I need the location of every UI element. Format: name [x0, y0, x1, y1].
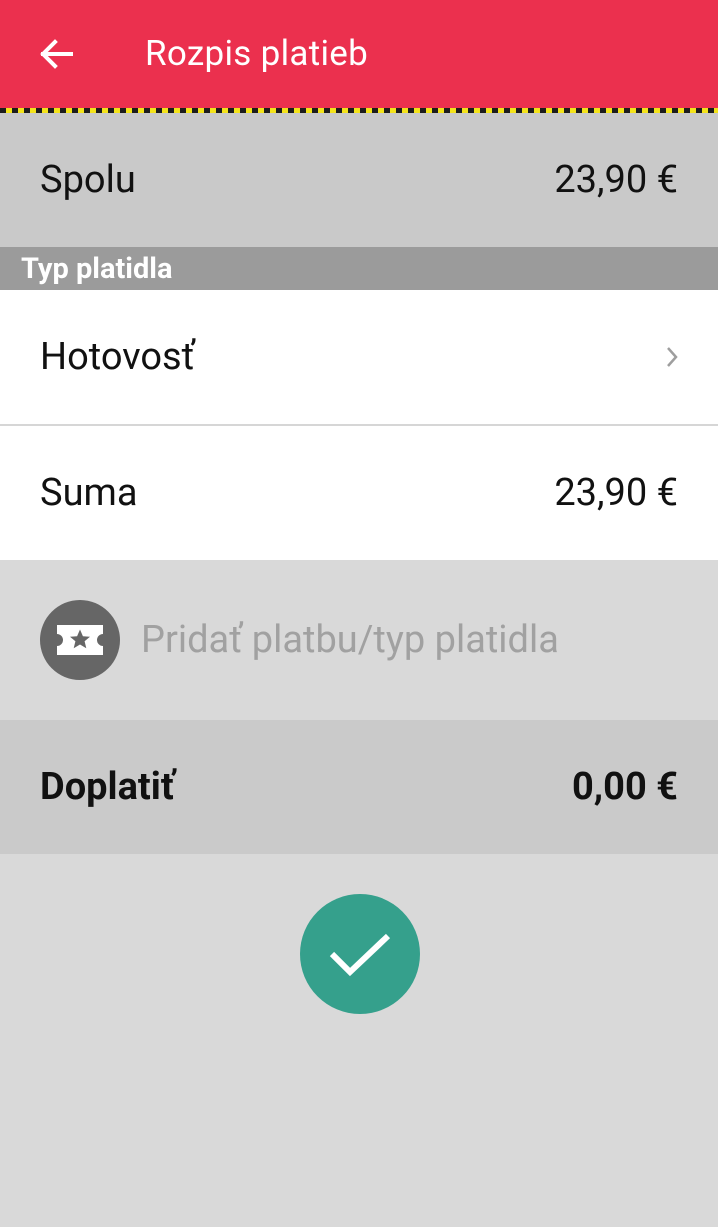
amount-due-row: Doplatiť 0,00 € — [0, 720, 718, 854]
amount-due-label: Doplatiť — [40, 765, 175, 809]
add-payment-label: Pridať platbu/typ platidla — [141, 618, 559, 662]
arrow-left-icon — [40, 39, 73, 69]
sum-label: Suma — [40, 471, 138, 515]
back-button[interactable] — [28, 26, 84, 82]
amount-due-value: 0,00 € — [571, 765, 678, 809]
total-row: Spolu 23,90 € — [0, 113, 718, 247]
total-label: Spolu — [40, 158, 136, 202]
checkmark-icon — [329, 933, 391, 977]
add-payment-button[interactable]: Pridať platbu/typ platidla — [0, 560, 718, 720]
app-bar: Rozpis platieb — [0, 0, 718, 108]
section-header-payment-type: Typ platidla — [0, 247, 718, 290]
page-title: Rozpis platieb — [145, 33, 369, 74]
sum-value: 23,90 € — [554, 471, 678, 515]
confirm-button[interactable] — [300, 894, 420, 1014]
payment-method-label: Hotovosť — [40, 335, 195, 379]
ticket-star-icon — [40, 600, 120, 680]
total-value: 23,90 € — [554, 158, 678, 202]
chevron-right-icon — [662, 342, 682, 372]
payment-method-row[interactable]: Hotovosť — [0, 290, 718, 424]
sum-row: Suma 23,90 € — [0, 426, 718, 560]
